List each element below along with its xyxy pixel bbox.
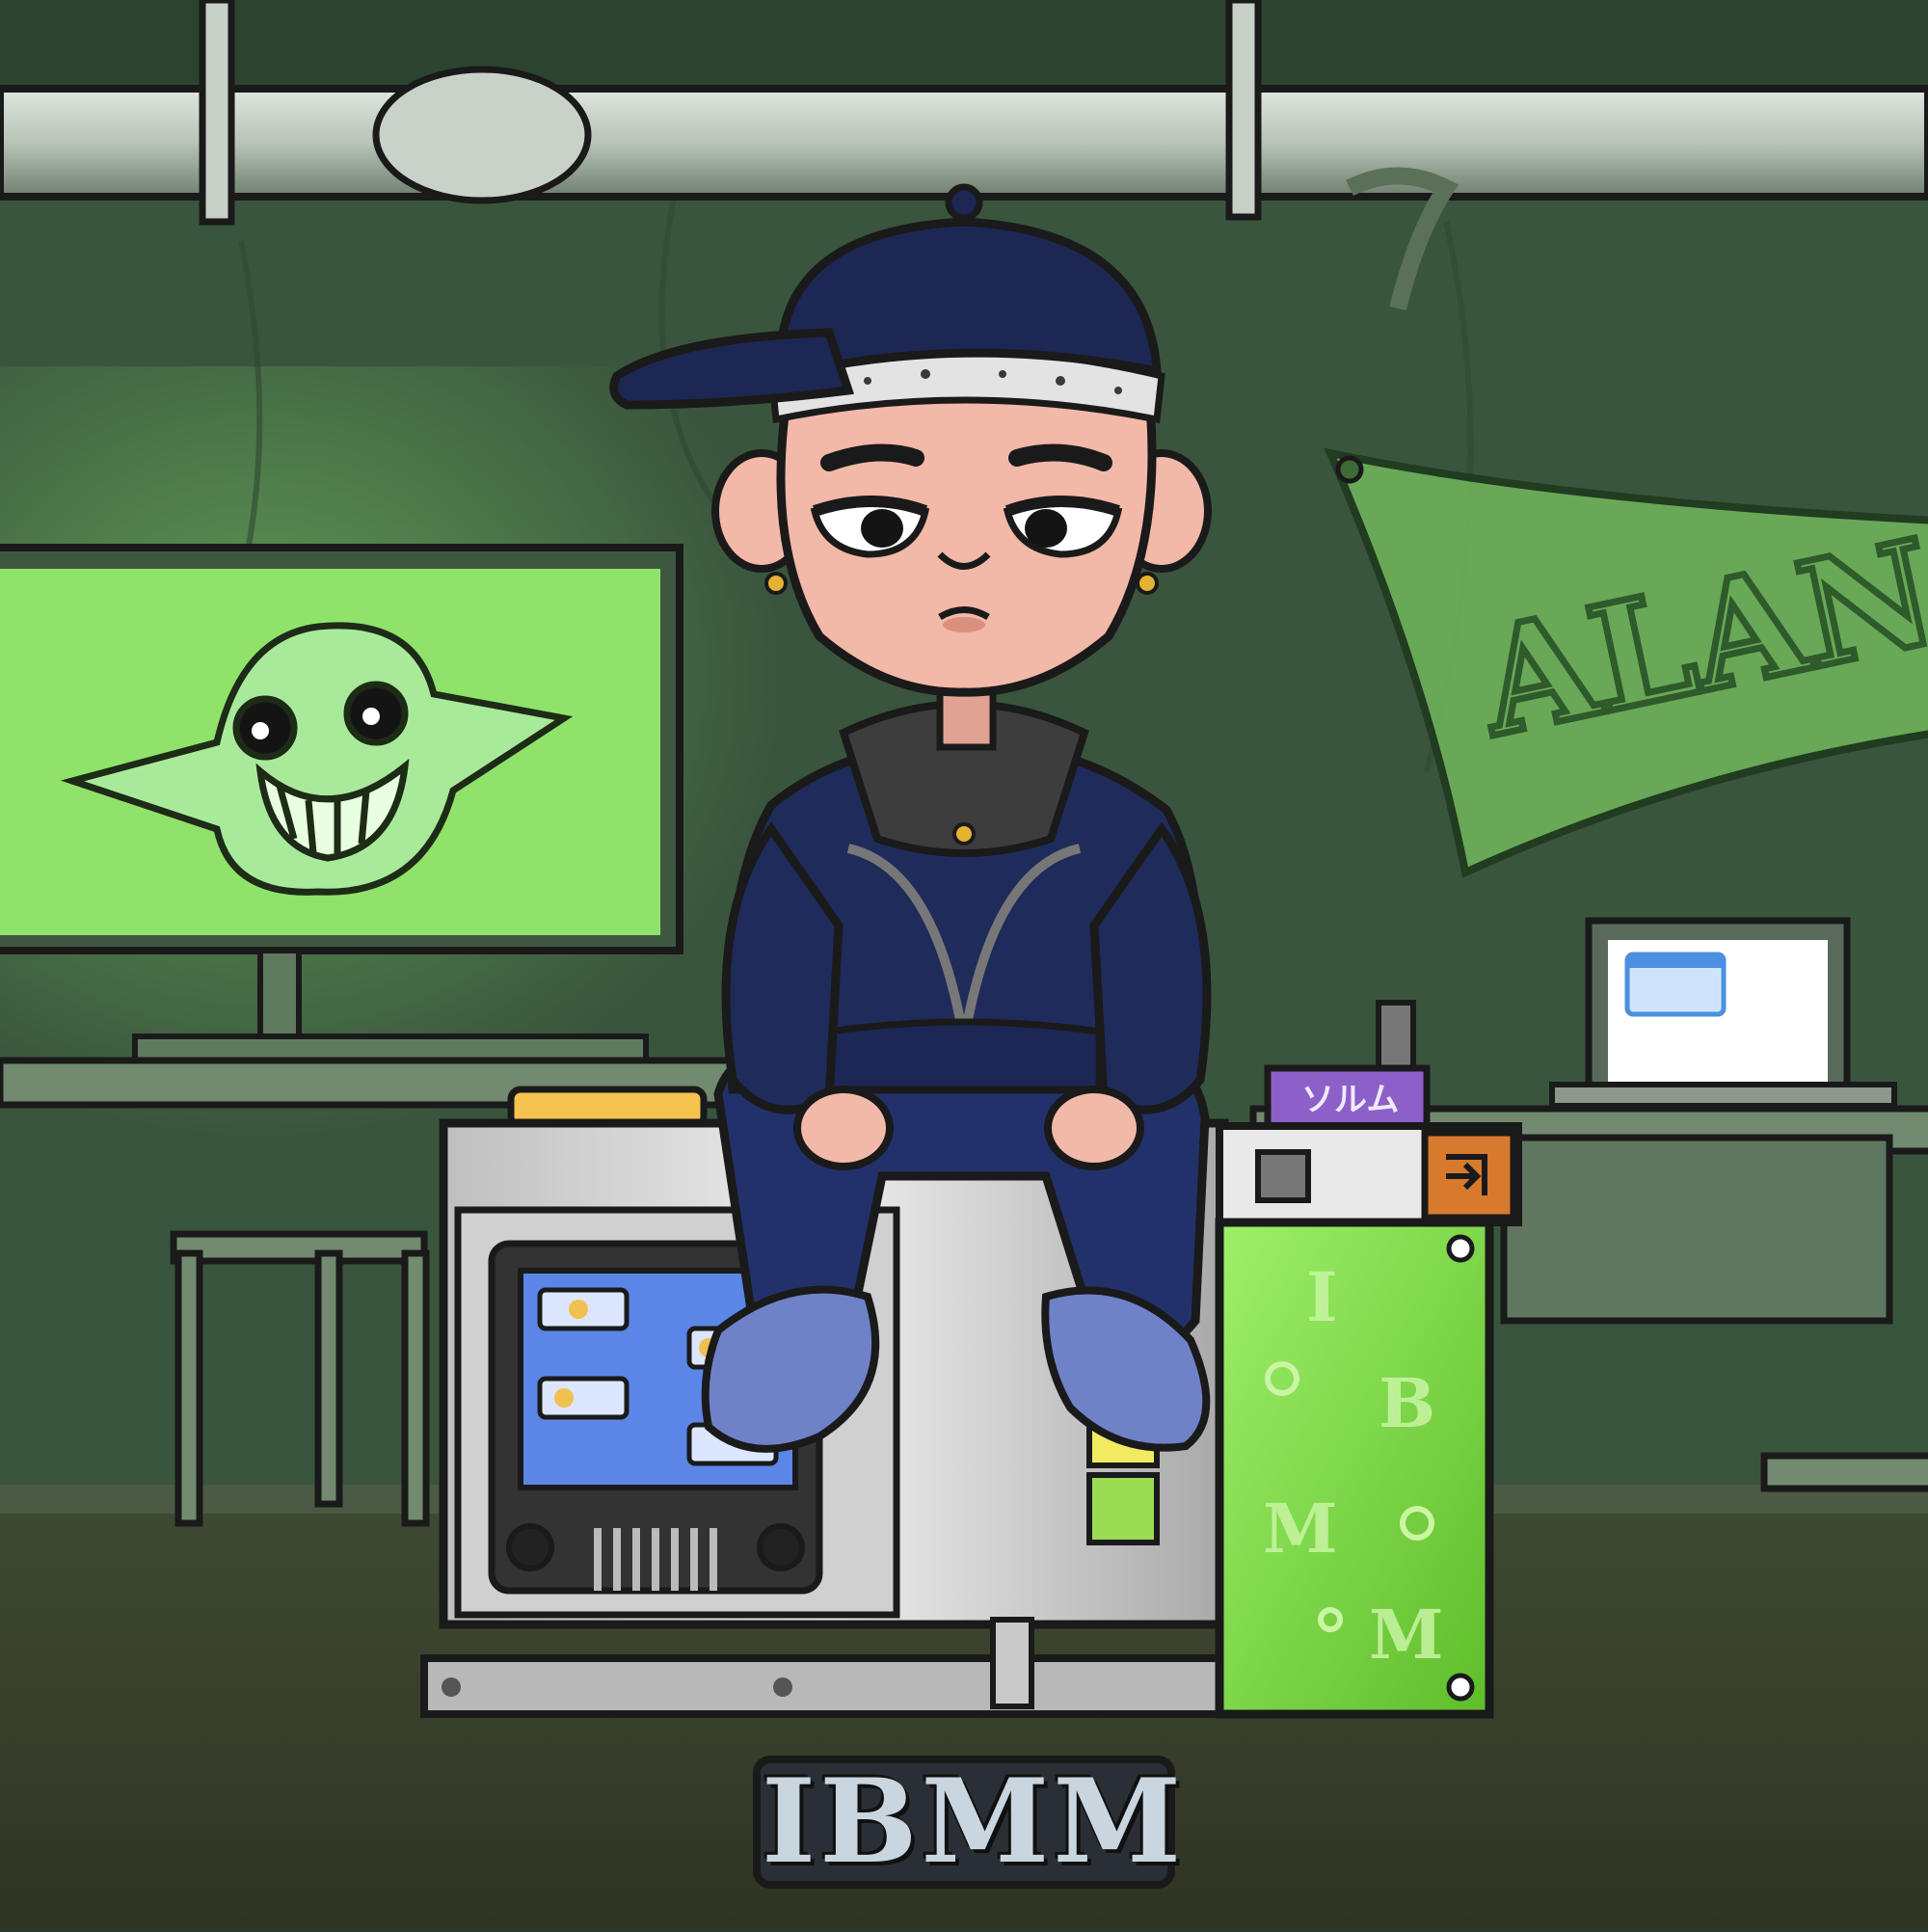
tank-letter-1: I (1306, 1257, 1338, 1337)
sticker-label: ソルム (1301, 1081, 1399, 1119)
green-tank: I B M M (1215, 1218, 1494, 1719)
pixel-art-scene: ALAN ソルム I B M M IBMM (0, 0, 1928, 1928)
tank-letter-3: M (1263, 1489, 1338, 1569)
tank-letter-4: M (1369, 1595, 1444, 1675)
tank-letter-2: B (1379, 1363, 1435, 1443)
brand-logo (753, 1756, 1175, 1889)
laptop (1549, 917, 1897, 1109)
scene-svg: ALAN ソルム I B M M (0, 0, 1928, 1928)
